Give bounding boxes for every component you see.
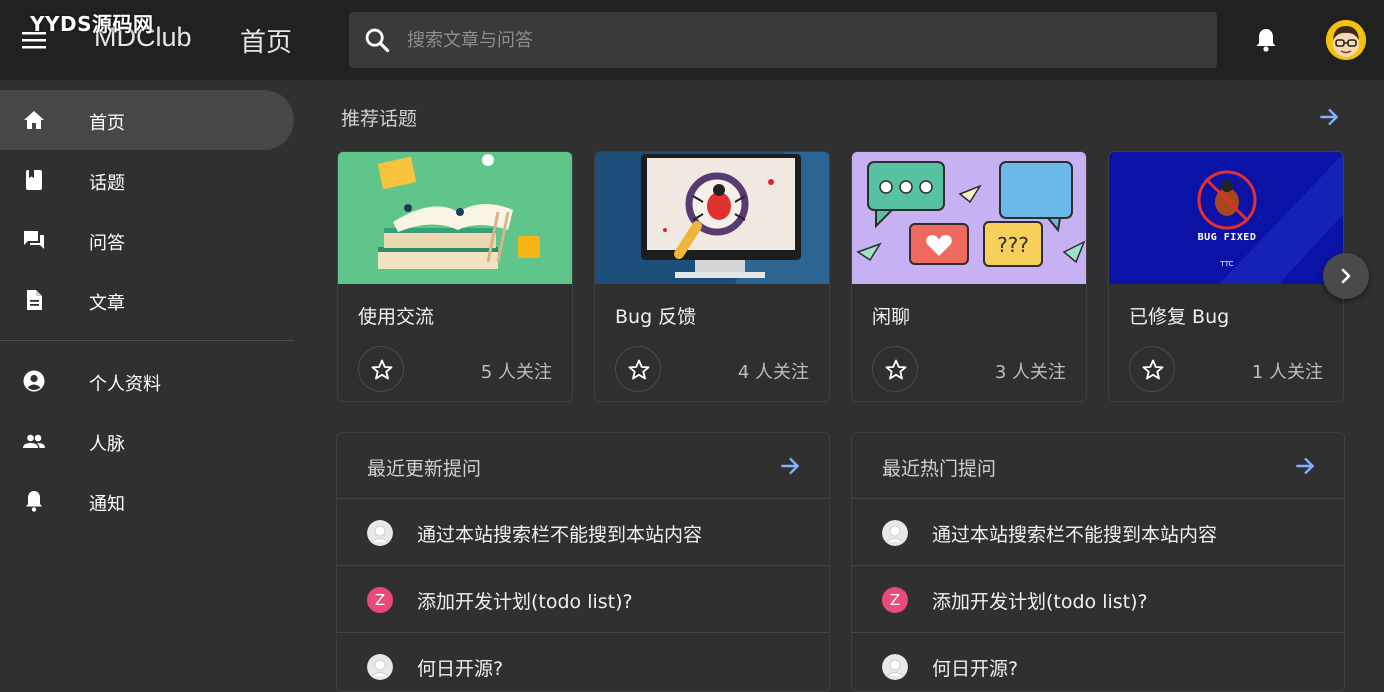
arrow-forward-icon[interactable] bbox=[1292, 453, 1318, 479]
follow-button[interactable] bbox=[615, 346, 661, 392]
star-outline-icon bbox=[371, 359, 393, 380]
navigation-drawer: 首页 话题 问答 文章 个人资料 人脉 通知 bbox=[0, 80, 294, 680]
nav-item-articles[interactable]: 文章 bbox=[0, 270, 294, 330]
page-title: 首页 bbox=[240, 28, 293, 58]
chat-bubbles-illustration: ??? bbox=[852, 152, 1086, 284]
star-outline-icon bbox=[885, 359, 907, 380]
follow-button[interactable] bbox=[1129, 346, 1175, 392]
follower-count: 3 人关注 bbox=[994, 362, 1066, 383]
follower-count: 5 人关注 bbox=[480, 362, 552, 383]
nav-item-questions[interactable]: 问答 bbox=[0, 210, 294, 270]
avatar-letter: Z bbox=[889, 591, 901, 609]
avatar-image bbox=[1326, 20, 1366, 60]
nav-item-profile[interactable]: 个人资料 bbox=[0, 351, 294, 411]
book-icon bbox=[26, 170, 42, 190]
panel-header: 最近热门提问 bbox=[852, 433, 1344, 499]
question-row[interactable]: Z 添加开发计划(todo list)? bbox=[852, 566, 1344, 633]
question-row[interactable]: 通过本站搜索栏不能搜到本站内容 bbox=[852, 499, 1344, 566]
letter-avatar: Z bbox=[882, 587, 908, 613]
home-icon bbox=[24, 111, 44, 129]
chevron-right-icon bbox=[1341, 268, 1351, 284]
topic-name: 使用交流 bbox=[358, 306, 435, 328]
bug-fixed-illustration: BUG FIXED TTC bbox=[1109, 152, 1343, 284]
bug-magnifier-illustration bbox=[595, 152, 829, 284]
recent-questions-panel: 最近更新提问 通过本站搜索栏不能搜到本站内容 Z 添加开发计划(todo lis… bbox=[336, 432, 830, 692]
cover-badge: TTC bbox=[1220, 260, 1234, 268]
nav-label: 首页 bbox=[89, 113, 125, 134]
follow-button[interactable] bbox=[872, 346, 918, 392]
question-row[interactable]: Z 添加开发计划(todo list)? bbox=[337, 566, 829, 633]
default-avatar-icon bbox=[367, 520, 393, 546]
question-title: 何日开源? bbox=[417, 658, 504, 680]
svg-text:???: ??? bbox=[997, 233, 1029, 257]
topic-card[interactable]: Bug 反馈 4 人关注 bbox=[594, 151, 830, 402]
cover-caption: BUG FIXED bbox=[1197, 232, 1257, 243]
follower-count: 4 人关注 bbox=[737, 362, 809, 383]
search-icon bbox=[365, 28, 390, 53]
notifications-button[interactable] bbox=[1248, 22, 1284, 58]
panel-title: 最近更新提问 bbox=[367, 458, 482, 480]
question-title: 添加开发计划(todo list)? bbox=[932, 591, 1148, 613]
bell-icon bbox=[1256, 29, 1276, 52]
account-circle-icon bbox=[23, 370, 45, 392]
question-title: 添加开发计划(todo list)? bbox=[417, 591, 633, 613]
nav-label: 文章 bbox=[89, 293, 125, 314]
topic-card[interactable]: ??? 闲聊 3 人关注 bbox=[851, 151, 1087, 402]
avatar-letter: Z bbox=[374, 591, 386, 609]
nav-label: 问答 bbox=[89, 233, 125, 254]
question-row[interactable]: 通过本站搜索栏不能搜到本站内容 bbox=[337, 499, 829, 566]
topic-name: Bug 反馈 bbox=[615, 306, 697, 328]
drawer-divider bbox=[0, 340, 294, 341]
nav-item-notifications[interactable]: 通知 bbox=[0, 471, 294, 531]
topic-name: 已修复 Bug bbox=[1129, 306, 1230, 328]
panel-title: 最近热门提问 bbox=[882, 458, 997, 480]
nav-item-people[interactable]: 人脉 bbox=[0, 411, 294, 471]
star-outline-icon bbox=[628, 359, 650, 380]
follower-count: 1 人关注 bbox=[1251, 362, 1323, 383]
topic-name: 闲聊 bbox=[872, 306, 911, 328]
search-input[interactable] bbox=[407, 12, 1197, 68]
forum-icon bbox=[24, 231, 44, 249]
arrow-forward-icon[interactable] bbox=[777, 453, 803, 479]
question-row[interactable]: 何日开源? bbox=[852, 633, 1344, 691]
topic-card[interactable]: BUG FIXED TTC 已修复 Bug 1 人关注 bbox=[1108, 151, 1344, 402]
watermark-text: YYDS源码网 bbox=[30, 12, 154, 36]
nav-item-home[interactable]: 首页 bbox=[0, 90, 294, 150]
question-title: 通过本站搜索栏不能搜到本站内容 bbox=[417, 524, 703, 546]
search-bar[interactable] bbox=[349, 12, 1217, 68]
carousel-next-button[interactable] bbox=[1323, 253, 1369, 299]
question-row[interactable]: 何日开源? bbox=[337, 633, 829, 691]
question-title: 通过本站搜索栏不能搜到本站内容 bbox=[932, 524, 1218, 546]
nav-label: 通知 bbox=[89, 494, 125, 515]
people-icon bbox=[23, 434, 45, 448]
nav-label: 人脉 bbox=[89, 434, 125, 455]
arrow-forward-icon[interactable] bbox=[1316, 104, 1342, 130]
app-bar: MDClub 首页 bbox=[0, 0, 1384, 80]
default-avatar-icon bbox=[367, 654, 393, 680]
recommended-topics-title: 推荐话题 bbox=[341, 108, 418, 130]
description-icon bbox=[27, 290, 42, 310]
default-avatar-icon bbox=[882, 520, 908, 546]
default-avatar-icon bbox=[882, 654, 908, 680]
nav-label: 话题 bbox=[89, 173, 125, 194]
bell-icon bbox=[26, 491, 42, 512]
nav-item-topics[interactable]: 话题 bbox=[0, 150, 294, 210]
star-outline-icon bbox=[1142, 359, 1164, 380]
question-title: 何日开源? bbox=[932, 658, 1019, 680]
user-avatar[interactable] bbox=[1326, 20, 1366, 60]
nav-label: 个人资料 bbox=[89, 374, 161, 395]
follow-button[interactable] bbox=[358, 346, 404, 392]
books-illustration bbox=[338, 152, 572, 284]
letter-avatar: Z bbox=[367, 587, 393, 613]
topic-card[interactable]: 使用交流 5 人关注 bbox=[337, 151, 573, 402]
hot-questions-panel: 最近热门提问 通过本站搜索栏不能搜到本站内容 Z 添加开发计划(todo lis… bbox=[851, 432, 1345, 692]
panel-header: 最近更新提问 bbox=[337, 433, 829, 499]
